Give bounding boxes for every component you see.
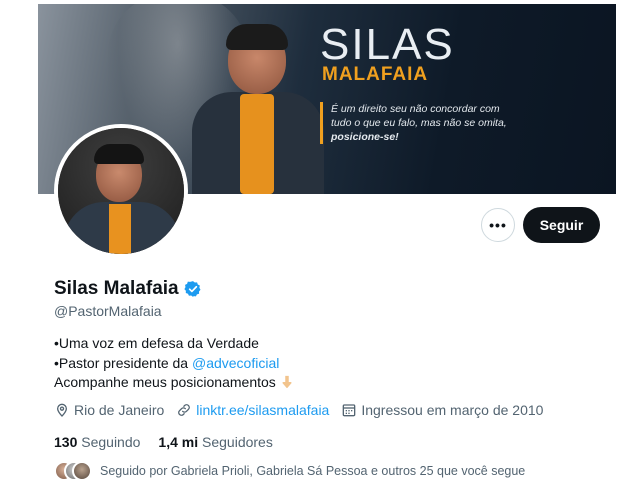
- followed-by-avatars: [54, 461, 92, 481]
- link-icon: [178, 404, 191, 416]
- banner-title-last: MALAFAIA: [322, 64, 429, 85]
- profile-meta: Rio de Janeiro linktr.ee/silasmalafaia I…: [54, 402, 555, 418]
- followers-link[interactable]: 1,4 mi Seguidores: [158, 434, 272, 450]
- bio-line: Acompanhe meus posicionamentos: [54, 373, 294, 393]
- followers-label: Seguidores: [202, 434, 273, 450]
- following-link[interactable]: 130 Seguindo: [54, 434, 140, 450]
- follow-button[interactable]: Seguir: [523, 207, 600, 243]
- calendar-icon: [343, 404, 356, 417]
- following-count: 130: [54, 434, 78, 450]
- profile-avatar[interactable]: [54, 124, 188, 258]
- joined-item: Ingressou em março de 2010: [341, 402, 543, 418]
- location-item: Rio de Janeiro: [54, 402, 164, 418]
- followed-by-text: Seguido por Gabriela Prioli, Gabriela Sá…: [100, 464, 526, 478]
- bio-mention-link[interactable]: @advecoficial: [192, 355, 279, 371]
- profile-card: SILAS MALAFAIA É um direito seu não conc…: [38, 4, 616, 498]
- bio-line-text: Acompanhe meus posicionamentos: [54, 374, 276, 390]
- banner-quote-bold: posicione-se!: [331, 131, 399, 143]
- followers-count: 1,4 mi: [158, 434, 199, 450]
- bio-line: •Uma voz em defesa da Verdade: [54, 335, 259, 351]
- location-pin-icon: [56, 403, 68, 417]
- pointing-down-hand-emoji-icon: [282, 375, 292, 388]
- banner-quote-text: É um direito seu não concordar com tudo …: [331, 103, 507, 129]
- bio-line-text: •Pastor presidente da: [54, 354, 192, 371]
- bio-line: •Pastor presidente da @advecoficial: [54, 354, 294, 374]
- avatar: [72, 461, 92, 481]
- verified-badge-icon[interactable]: [184, 280, 202, 298]
- more-options-button[interactable]: •••: [481, 208, 515, 242]
- joined-text: Ingressou em março de 2010: [361, 402, 544, 418]
- location-text: Rio de Janeiro: [74, 402, 165, 418]
- profile-name-row: Silas Malafaia: [54, 278, 202, 300]
- banner-quote: É um direito seu não concordar com tudo …: [320, 102, 520, 144]
- website-item[interactable]: linktr.ee/silasmalafaia: [176, 402, 329, 418]
- profile-name: Silas Malafaia: [54, 278, 179, 299]
- profile-bio: •Uma voz em defesa da Verdade •Pastor pr…: [54, 334, 294, 393]
- profile-handle: @PastorMalafaia: [54, 303, 162, 319]
- website-link[interactable]: linktr.ee/silasmalafaia: [196, 402, 329, 418]
- banner-portrait: [188, 22, 328, 194]
- profile-stats: 130 Seguindo 1,4 mi Seguidores: [54, 434, 273, 450]
- followed-by-row[interactable]: Seguido por Gabriela Prioli, Gabriela Sá…: [54, 461, 525, 481]
- following-label: Seguindo: [81, 434, 141, 450]
- banner-title-first: SILAS: [320, 20, 455, 69]
